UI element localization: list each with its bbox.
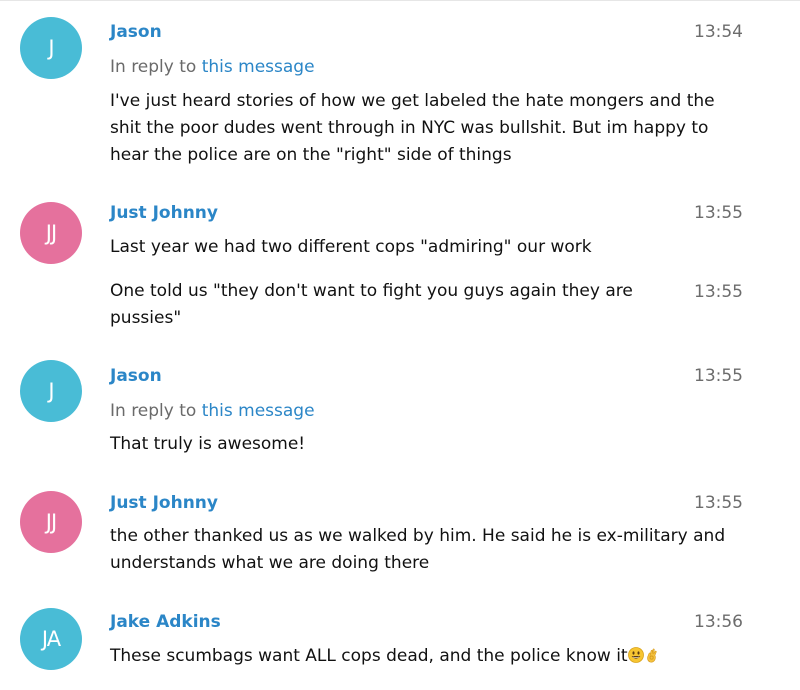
avatar-initials: JJ bbox=[45, 221, 57, 245]
reply-header: In reply to this message bbox=[110, 400, 315, 422]
sender-name[interactable]: Just Johnny bbox=[110, 492, 218, 514]
avatar-initials: JA bbox=[41, 627, 61, 651]
reply-link[interactable]: this message bbox=[202, 401, 315, 421]
top-divider bbox=[0, 0, 800, 1]
smiley-emoji-icon bbox=[627, 647, 644, 663]
timestamp: 13:55 bbox=[694, 366, 743, 386]
sender-name[interactable]: Just Johnny bbox=[110, 202, 218, 224]
sender-name[interactable]: Jake Adkins bbox=[110, 611, 221, 633]
avatar-initials: J bbox=[48, 379, 54, 403]
reply-link[interactable]: this message bbox=[202, 57, 315, 77]
message-text: the other thanked us as we walked by him… bbox=[110, 526, 726, 573]
timestamp: 13:55 bbox=[694, 493, 743, 513]
message-text: These scumbags want ALL cops dead, and t… bbox=[110, 646, 628, 666]
sender-name[interactable]: Jason bbox=[110, 365, 162, 387]
timestamp: 13:56 bbox=[694, 612, 743, 632]
reply-header: In reply to this message bbox=[110, 56, 315, 78]
avatar[interactable]: J bbox=[20, 17, 82, 79]
reply-prefix: In reply to bbox=[110, 57, 197, 77]
message-text: I've just heard stories of how we get la… bbox=[110, 91, 715, 165]
avatar-initials: JJ bbox=[45, 510, 57, 534]
message-text: That truly is awesome! bbox=[110, 434, 306, 454]
timestamp: 13:54 bbox=[694, 22, 743, 42]
message-text-line: These scumbags want ALL cops dead, and t… bbox=[110, 643, 740, 670]
avatar[interactable]: J bbox=[20, 360, 82, 422]
ok-hand-emoji-icon bbox=[646, 648, 657, 663]
avatar[interactable]: JJ bbox=[20, 491, 82, 553]
message-text: Last year we had two different cops "adm… bbox=[110, 237, 592, 257]
avatar-initials: J bbox=[48, 36, 54, 60]
sender-name[interactable]: Jason bbox=[110, 21, 162, 43]
timestamp: 13:55 bbox=[694, 203, 743, 223]
message-text: One told us "they don't want to fight yo… bbox=[110, 281, 633, 328]
avatar[interactable]: JJ bbox=[20, 202, 82, 264]
timestamp: 13:55 bbox=[694, 282, 743, 302]
reply-prefix: In reply to bbox=[110, 401, 197, 421]
avatar[interactable]: JA bbox=[20, 608, 82, 670]
